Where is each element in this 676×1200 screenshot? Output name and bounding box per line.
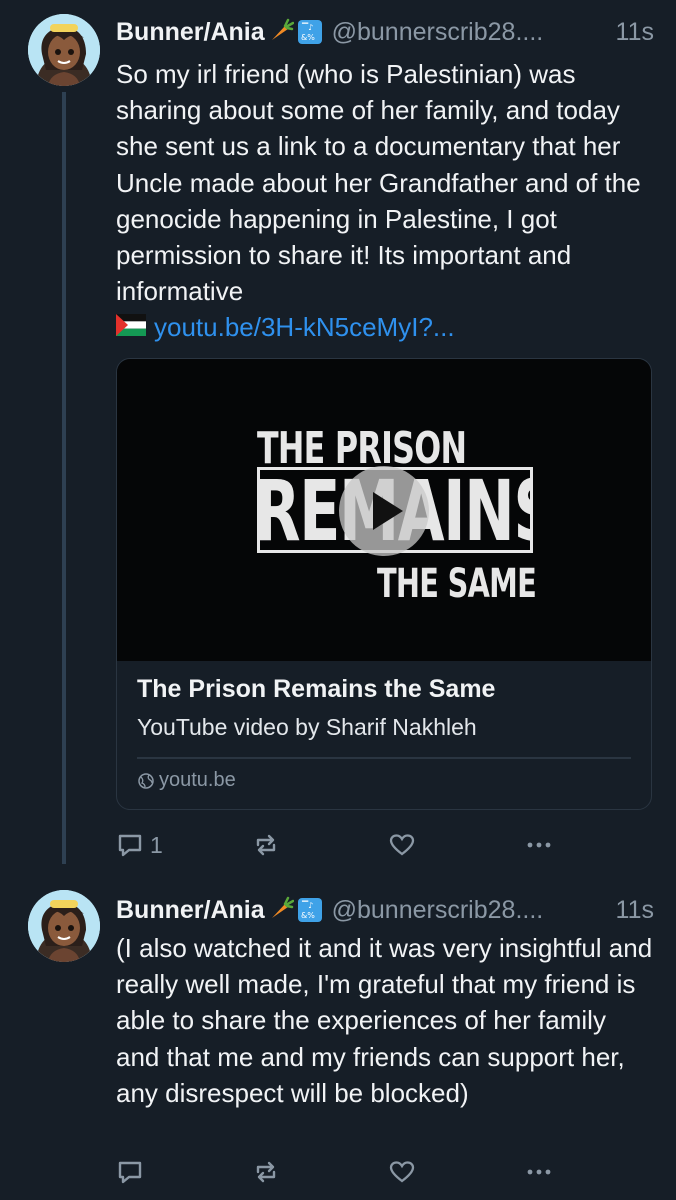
thumbnail-title-line-3: THE SAME bbox=[377, 561, 537, 607]
symbols-emoji: ▔♪ &% bbox=[297, 20, 322, 44]
avatar[interactable] bbox=[28, 14, 100, 86]
more-icon bbox=[527, 842, 551, 848]
author-handle[interactable]: @bunnerscrib28.... bbox=[332, 896, 604, 925]
repost-button[interactable] bbox=[252, 1152, 280, 1192]
like-button[interactable] bbox=[388, 825, 416, 865]
post-1[interactable]: Bunner/Ania ▔♪ &% @bunnerscrib28.... 11s… bbox=[0, 0, 676, 870]
repost-button[interactable] bbox=[252, 825, 280, 865]
carrot-emoji bbox=[268, 17, 294, 47]
author-name[interactable]: Bunner/Ania bbox=[116, 896, 265, 925]
more-button[interactable] bbox=[524, 825, 554, 865]
svg-text:&%: &% bbox=[301, 33, 315, 42]
post-header: Bunner/Ania ▔♪ &% @bunnerscrib28.... 11s bbox=[116, 12, 654, 52]
carrot-emoji bbox=[268, 895, 294, 925]
card-divider bbox=[137, 757, 631, 759]
author-handle[interactable]: @bunnerscrib28.... bbox=[332, 18, 604, 47]
video-thumbnail[interactable]: THE PRISON REMAINS THE SAME bbox=[117, 359, 651, 661]
post-text-content: (I also watched it and it was very insig… bbox=[116, 933, 653, 1108]
reply-count: 1 bbox=[150, 831, 163, 858]
author-name[interactable]: Bunner/Ania bbox=[116, 18, 265, 47]
repost-icon bbox=[256, 1161, 276, 1183]
video-link[interactable]: youtu.be/3H-kN5ceMyI?... bbox=[154, 312, 455, 342]
link-card[interactable]: THE PRISON REMAINS THE SAME The Prison R… bbox=[116, 358, 652, 810]
reply-button[interactable] bbox=[116, 1152, 144, 1192]
svg-text:&%: &% bbox=[301, 911, 315, 920]
svg-text:▔♪: ▔♪ bbox=[301, 22, 313, 32]
post-text: So my irl friend (who is Palestinian) wa… bbox=[116, 56, 656, 346]
post-text-content: So my irl friend (who is Palestinian) wa… bbox=[116, 59, 641, 307]
card-title[interactable]: The Prison Remains the Same bbox=[137, 675, 495, 704]
more-button[interactable] bbox=[524, 1152, 554, 1192]
repost-icon bbox=[256, 834, 276, 856]
avatar[interactable] bbox=[28, 890, 100, 962]
heart-icon bbox=[389, 1161, 415, 1183]
like-button[interactable] bbox=[388, 1152, 416, 1192]
svg-text:▔♪: ▔♪ bbox=[301, 900, 313, 910]
card-description: YouTube video by Sharif Nakhleh bbox=[137, 714, 477, 740]
post-time[interactable]: 11s bbox=[616, 18, 654, 47]
post-header: Bunner/Ania ▔♪ &% @bunnerscrib28.... 11s bbox=[116, 890, 654, 930]
reply-icon bbox=[118, 1161, 142, 1184]
reply-icon bbox=[118, 834, 142, 857]
card-domain-text: youtu.be bbox=[159, 769, 236, 791]
post-actions bbox=[116, 1152, 556, 1192]
post-2[interactable]: Bunner/Ania ▔♪ &% @bunnerscrib28.... 11s… bbox=[0, 870, 676, 1200]
reply-button[interactable]: 1 bbox=[116, 825, 163, 865]
palestine-flag-icon bbox=[116, 309, 146, 345]
symbols-emoji: ▔♪ &% bbox=[297, 898, 322, 922]
post-time[interactable]: 11s bbox=[616, 896, 654, 925]
post-actions: 1 bbox=[116, 825, 556, 865]
play-icon bbox=[373, 492, 403, 530]
play-button[interactable] bbox=[339, 466, 429, 556]
more-icon bbox=[527, 1169, 551, 1175]
heart-icon bbox=[389, 834, 415, 856]
card-domain: youtu.be bbox=[137, 769, 236, 792]
post-text: (I also watched it and it was very insig… bbox=[116, 930, 656, 1111]
globe-icon bbox=[138, 772, 154, 789]
